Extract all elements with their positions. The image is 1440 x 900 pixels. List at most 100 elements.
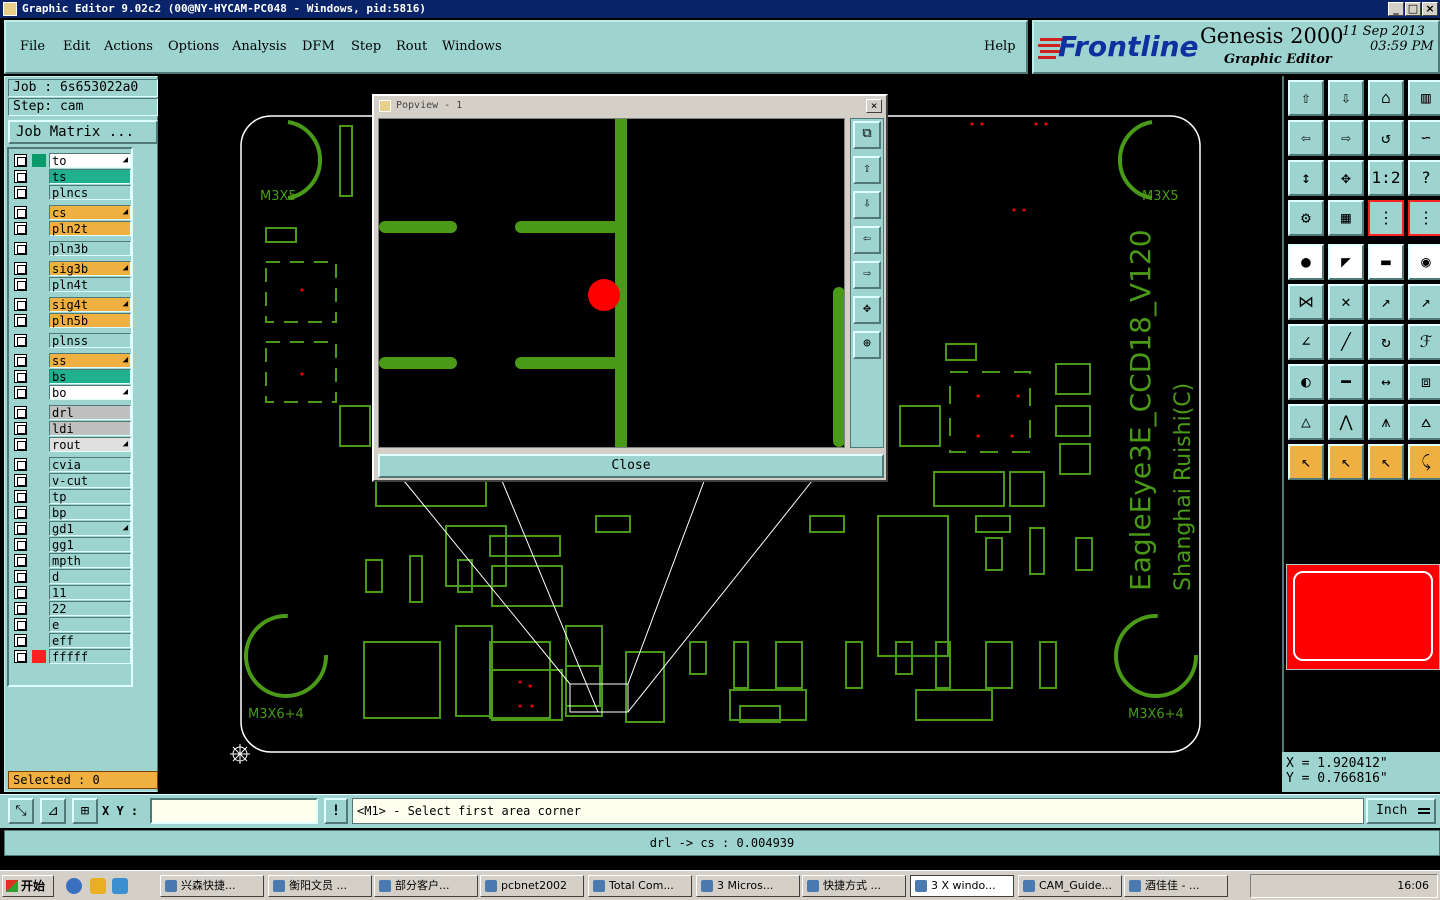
popview-canvas[interactable] [378, 118, 845, 448]
layer-checkbox[interactable] [14, 506, 27, 519]
layer-row-ss[interactable]: ss ◢ [11, 353, 131, 368]
popview-pan-up-icon[interactable]: ⇧ [853, 156, 881, 184]
layer-toggle-icon[interactable]: ⋮ [1368, 200, 1404, 236]
layer-checkbox[interactable] [14, 570, 27, 583]
minimize-button[interactable]: _ [1388, 2, 1404, 16]
layer-name[interactable]: gd1 [49, 521, 131, 536]
layer-row-11[interactable]: 11 [11, 585, 131, 600]
arc2-icon[interactable]: ⩟ [1408, 404, 1440, 440]
xy-input[interactable] [150, 798, 318, 824]
layer-name[interactable]: d [49, 569, 131, 584]
move-up-icon[interactable]: ⇧ [1288, 80, 1324, 116]
layer-name[interactable]: 11 [49, 585, 131, 600]
path-icon[interactable]: ⤹ [1408, 444, 1440, 480]
layer-checkbox[interactable] [14, 354, 27, 367]
layer-row-rout[interactable]: rout ◢ [11, 437, 131, 452]
layer-row-pln2t[interactable]: pln2t [11, 221, 131, 236]
ratio-icon[interactable]: 1:2 [1368, 160, 1404, 196]
layer-name[interactable]: pln4t [49, 277, 131, 292]
units-selector[interactable]: Inch [1366, 798, 1436, 824]
layer-checkbox[interactable] [14, 422, 27, 435]
layer-name[interactable]: bp [49, 505, 131, 520]
taskbar-item[interactable]: 快捷方式 ... [802, 875, 906, 897]
layer-name[interactable]: 22 [49, 601, 131, 616]
taskbar-item[interactable]: Total Com... [588, 875, 692, 897]
popview-close-button[interactable]: Close [378, 454, 884, 478]
layer-row-tp[interactable]: tp [11, 489, 131, 504]
taskbar-item[interactable]: 3 X windo... [910, 875, 1014, 897]
layer-name[interactable]: sig4t [49, 297, 131, 312]
layer-name[interactable]: sig3b [49, 261, 131, 276]
popview-pan-right-icon[interactable]: ⇨ [853, 261, 881, 289]
layer-row-d[interactable]: d [11, 569, 131, 584]
quicklaunch-icon[interactable] [90, 878, 106, 894]
peak-icon[interactable]: ⋀ [1328, 404, 1364, 440]
select3-icon[interactable]: ↖ [1368, 444, 1404, 480]
function-icon[interactable]: ℱ [1408, 324, 1440, 360]
layer-checkbox[interactable] [14, 406, 27, 419]
maximize-button[interactable]: □ [1405, 2, 1421, 16]
layer-name[interactable]: pln3b [49, 241, 131, 256]
cross-icon[interactable]: ✕ [1328, 284, 1364, 320]
layer-checkbox[interactable] [14, 438, 27, 451]
angle-icon[interactable]: ∠ [1288, 324, 1324, 360]
layer-row-bp[interactable]: bp [11, 505, 131, 520]
layer-name[interactable]: gg1 [49, 537, 131, 552]
box-icon[interactable]: ⧈ [1408, 364, 1440, 400]
layer-row-bo[interactable]: bo ◢ [11, 385, 131, 400]
layer-checkbox[interactable] [14, 262, 27, 275]
layer-checkbox[interactable] [14, 474, 27, 487]
grid-icon[interactable]: ⊞ [72, 798, 98, 824]
close-window-button[interactable]: × [1422, 2, 1438, 16]
dash-icon[interactable]: ━ [1328, 364, 1364, 400]
help-icon[interactable]: ? [1408, 160, 1440, 196]
select2-icon[interactable]: ↖ [1328, 444, 1364, 480]
layer-name[interactable]: ts [49, 169, 131, 184]
menu-options[interactable]: Options [168, 39, 219, 54]
zoom-vertical-icon[interactable]: ↕ [1288, 160, 1324, 196]
layer-name[interactable]: mpth [49, 553, 131, 568]
arc-icon[interactable]: ⩚ [1368, 404, 1404, 440]
layer-checkbox[interactable] [14, 222, 27, 235]
half-circle-icon[interactable]: ◐ [1288, 364, 1324, 400]
fill-icon[interactable]: ◤ [1328, 244, 1364, 280]
layer-name[interactable]: pln2t [49, 221, 131, 236]
menu-actions[interactable]: Actions [104, 39, 153, 54]
layer-row-drl[interactable]: drl [11, 405, 131, 420]
layer-name[interactable]: ss [49, 353, 131, 368]
wave-icon[interactable]: ∽ [1408, 120, 1440, 156]
layer-checkbox[interactable] [14, 186, 27, 199]
popview-pan-down-icon[interactable]: ⇩ [853, 191, 881, 219]
settings-icon[interactable]: ⚙ [1288, 200, 1324, 236]
layer-checkbox[interactable] [14, 154, 27, 167]
menu-step[interactable]: Step [351, 39, 381, 54]
menu-analysis[interactable]: Analysis [232, 39, 287, 54]
layer-checkbox[interactable] [14, 522, 27, 535]
layer-row-e[interactable]: e [11, 617, 131, 632]
taskbar-item[interactable]: 酒佳佳 - ... [1124, 875, 1228, 897]
layer-checkbox[interactable] [14, 314, 27, 327]
layer-row-plncs[interactable]: plncs [11, 185, 131, 200]
layer-checkbox[interactable] [14, 586, 27, 599]
layer-name[interactable]: tp [49, 489, 131, 504]
layer-checkbox[interactable] [14, 334, 27, 347]
layer-checkbox[interactable] [14, 278, 27, 291]
layer-checkbox[interactable] [14, 458, 27, 471]
layer-name[interactable]: ldi [49, 421, 131, 436]
layer-checkbox[interactable] [14, 206, 27, 219]
select-icon[interactable]: ↖ [1288, 444, 1324, 480]
layer-row-mpth[interactable]: mpth [11, 553, 131, 568]
layer-row-plnss[interactable]: plnss [11, 333, 131, 348]
taskbar-item[interactable]: CAM_Guide... [1018, 875, 1122, 897]
menu-edit[interactable]: Edit [63, 39, 90, 54]
layer-checkbox[interactable] [14, 634, 27, 647]
layer-row-eff[interactable]: eff [11, 633, 131, 648]
layer-row-cvia[interactable]: cvia [11, 457, 131, 472]
rotate-icon[interactable]: ↻ [1368, 324, 1404, 360]
layer-row-22[interactable]: 22 [11, 601, 131, 616]
undo-icon[interactable]: ↺ [1368, 120, 1404, 156]
connect-icon[interactable]: ⋈ [1288, 284, 1324, 320]
layer-row-bs[interactable]: bs [11, 369, 131, 384]
layer-row-v-cut[interactable]: v-cut [11, 473, 131, 488]
menu-help[interactable]: Help [984, 39, 1016, 54]
